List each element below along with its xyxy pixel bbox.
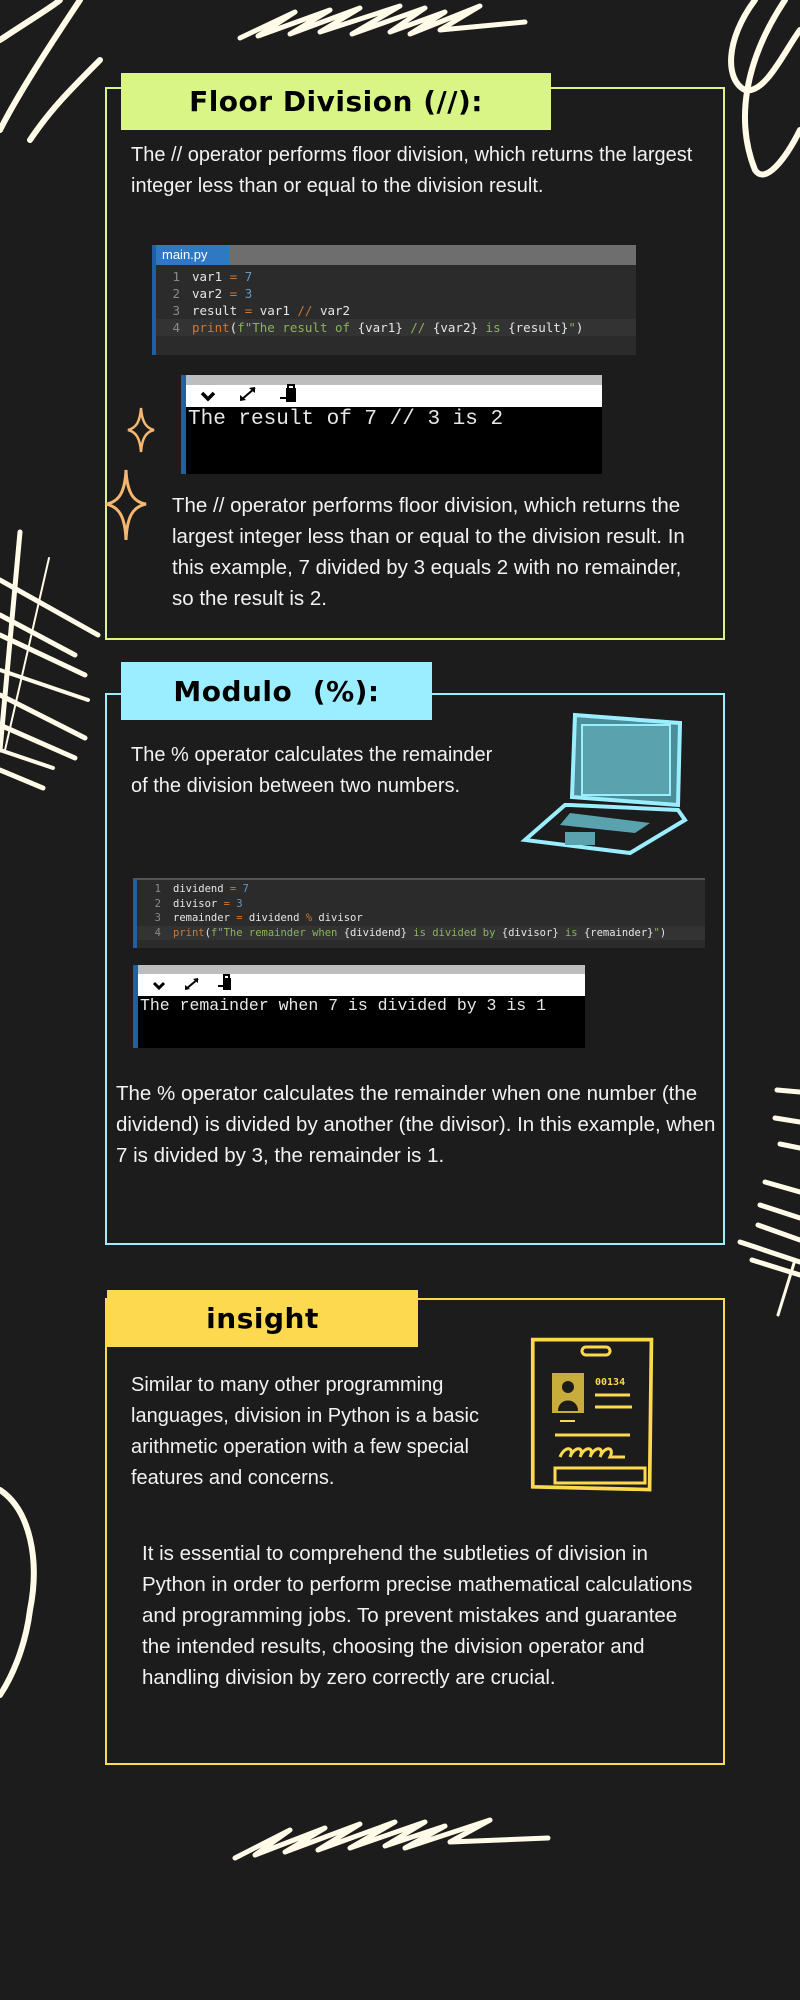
code-token: 7	[236, 883, 249, 895]
code-token: f"The result of	[237, 320, 358, 335]
code-line: 2 var2 = 3	[156, 285, 636, 302]
output-console: The remainder when 7 is divided by 3 is …	[133, 965, 585, 1048]
scribble-top-left-icon	[0, 0, 103, 143]
clipboard-icon[interactable]	[218, 974, 232, 995]
code-token: =	[229, 269, 238, 284]
floor-division-explanation: The // operator performs floor division,…	[172, 494, 685, 610]
code-lines: 1 var1 = 7 2 var2 = 3 3 result = var1 // var2…	[156, 265, 636, 336]
console-title-bar	[138, 965, 585, 974]
code-token: f"The remainder when	[210, 926, 344, 939]
line-number: 2	[154, 897, 161, 910]
code-line: 4 print(f"The remainder when {dividend} i…	[137, 925, 705, 940]
code-token: is	[478, 320, 509, 335]
chevron-down-icon[interactable]	[200, 387, 216, 406]
floor-division-heading: Floor Division (//):	[121, 73, 551, 130]
tab-main-py[interactable]: main.py	[156, 245, 230, 265]
code-token: divisor	[312, 912, 363, 924]
code-token: 7	[237, 269, 253, 284]
code-token: )	[659, 926, 667, 939]
scribble-top-right-icon	[728, 0, 800, 178]
code-token: 3	[237, 286, 253, 301]
code-line: 1 dividend = 7	[137, 882, 705, 897]
code-token: "	[568, 320, 576, 335]
code-token: =	[229, 286, 238, 301]
modulo-heading: Modulo (%):	[121, 662, 432, 720]
scribble-top-icon	[237, 3, 528, 41]
console-title-bar	[186, 375, 602, 385]
sparkle-icon	[105, 469, 147, 541]
laptop-illustration	[520, 712, 688, 856]
scribble-bottom-left-icon	[0, 1487, 37, 1698]
code-token: {var2}	[432, 320, 479, 335]
insight-intro: Similar to many other programming langua…	[131, 1374, 479, 1489]
scribble-bottom-icon	[232, 1817, 551, 1861]
code-token: dividend	[173, 883, 230, 895]
code-line: 1 var1 = 7	[156, 268, 636, 285]
console-output: The remainder when 7 is divided by 3 is …	[140, 996, 546, 1015]
code-token: is	[558, 926, 584, 939]
code-line: 2 divisor = 3	[137, 897, 705, 912]
code-token: =	[244, 303, 253, 318]
modulo-intro: The % operator calculates the remainder …	[131, 744, 493, 797]
code-token: var1	[192, 269, 230, 284]
expand-arrows-icon[interactable]	[238, 386, 258, 406]
output-console: The result of 7 // 3 is 2	[181, 375, 602, 474]
sparkle-icon	[127, 407, 155, 453]
clipboard-icon[interactable]	[280, 384, 298, 408]
console-output: The result of 7 // 3 is 2	[188, 408, 504, 431]
scribble-right-icon	[737, 1087, 800, 1317]
code-token: {var1}	[357, 320, 403, 335]
id-number: 00134	[595, 1377, 625, 1388]
line-number: 1	[172, 269, 180, 284]
id-card-illustration: 00134	[530, 1337, 654, 1492]
code-token: dividend	[242, 912, 306, 924]
code-lines: 1 dividend = 7 2 divisor = 3 3 remainder = di…	[137, 880, 705, 940]
code-token: )	[575, 320, 584, 335]
expand-arrows-icon[interactable]	[184, 976, 200, 995]
code-token: var2	[192, 286, 230, 301]
code-token: //	[297, 303, 313, 318]
code-token: //	[402, 320, 433, 335]
code-line: 3 remainder = dividend % divisor	[137, 911, 705, 926]
line-number: 3	[154, 912, 161, 924]
code-token: print	[192, 320, 230, 335]
insight-heading: insight	[107, 1290, 418, 1347]
line-number: 1	[154, 883, 161, 895]
code-token: divisor	[173, 897, 224, 910]
code-token: {divisor}	[501, 926, 559, 939]
floor-division-intro: The // operator performs floor division,…	[131, 144, 693, 197]
code-line: 4 print(f"The result of {var1} // {var2} …	[156, 319, 636, 336]
code-token: result	[192, 303, 245, 318]
code-token: {dividend}	[343, 926, 407, 939]
console-toolbar	[138, 974, 585, 996]
line-number: 3	[172, 303, 180, 318]
code-token: {remainder}	[583, 926, 654, 939]
code-token: var2	[312, 303, 351, 318]
insight-explanation: It is essential to comprehend the subtle…	[142, 1542, 693, 1689]
code-token: var1	[252, 303, 298, 318]
line-number: 4	[154, 926, 161, 939]
code-token: remainder	[173, 912, 237, 924]
modulo-explanation: The % operator calculates the remainder …	[116, 1082, 716, 1167]
code-editor: main.py 1 var1 = 7 2 var2 = 3 3 result = var1…	[152, 245, 636, 355]
line-number: 2	[172, 286, 180, 301]
scribble-left-icon	[0, 529, 101, 791]
code-token: print	[173, 926, 205, 939]
line-number: 4	[172, 320, 180, 335]
code-token: {result}	[508, 320, 569, 335]
code-line: 3 result = var1 // var2	[156, 302, 636, 319]
code-editor: 1 dividend = 7 2 divisor = 3 3 remainder = di…	[133, 878, 705, 948]
editor-tab-bar: main.py	[156, 245, 636, 265]
code-token: 3	[229, 897, 243, 910]
chevron-down-icon[interactable]	[152, 976, 166, 995]
code-token: (	[229, 320, 238, 335]
code-token: is divided by	[406, 926, 502, 939]
console-toolbar	[186, 384, 602, 408]
